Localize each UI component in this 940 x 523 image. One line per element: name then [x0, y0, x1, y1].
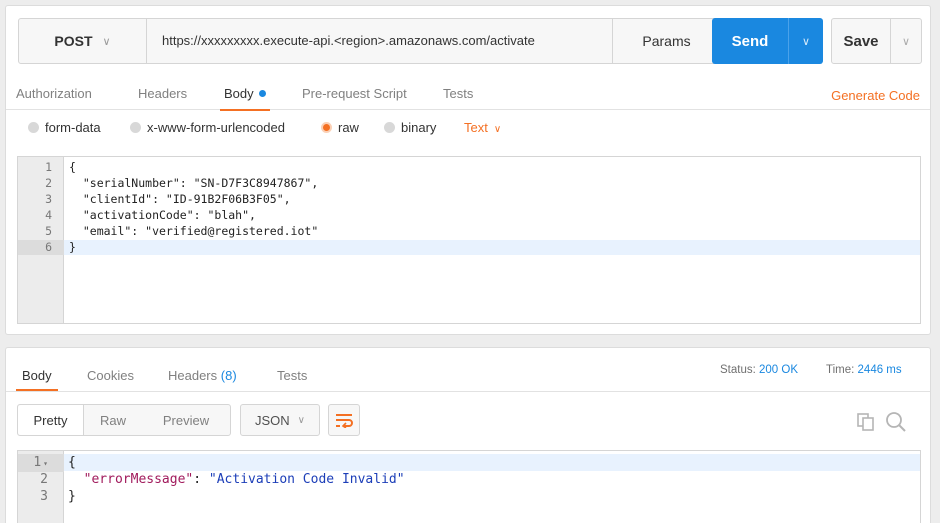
radio-circle[interactable]	[384, 122, 395, 133]
content-type-label: Text	[464, 120, 488, 135]
radio-binary[interactable]: binary	[384, 120, 436, 135]
tab-authorization[interactable]: Authorization	[16, 86, 92, 101]
format-select[interactable]: JSON ∨	[240, 404, 320, 436]
status-value: 200 OK	[759, 364, 799, 376]
status-readout: Status: 200 OK	[720, 364, 798, 376]
radio-circle[interactable]	[28, 122, 39, 133]
code-line-active: 6}	[18, 240, 920, 255]
chevron-down-icon: ∨	[297, 414, 305, 426]
radio-form-data[interactable]: form-data	[28, 120, 101, 135]
modified-dot-icon	[258, 90, 266, 98]
radio-label: x-www-form-urlencoded	[147, 120, 285, 135]
code-line: 2 "serialNumber": "SN-D7F3C8947867",	[18, 176, 920, 191]
search-icon[interactable]	[885, 411, 907, 433]
code-text: }	[68, 489, 76, 504]
response-view-toolbar: Pretty Raw Preview JSON ∨	[6, 404, 930, 438]
send-label[interactable]: Send	[712, 18, 788, 64]
radio-label: binary	[401, 120, 437, 135]
send-button[interactable]: Send ∨	[712, 18, 823, 64]
save-button[interactable]: Save ∨	[831, 18, 922, 64]
chevron-down-icon: ∨	[102, 35, 111, 48]
format-label: JSON	[255, 412, 290, 428]
line-number: 4	[45, 208, 52, 222]
line-number: 1 ▾	[18, 454, 64, 472]
tab-body[interactable]: Body	[220, 86, 270, 111]
code-text: "clientId": "ID-91B2F06B3F05",	[69, 192, 291, 206]
save-label[interactable]: Save	[832, 19, 890, 63]
chevron-down-icon[interactable]: ∨	[788, 18, 823, 64]
line-number: 3	[40, 489, 48, 504]
preview-button[interactable]: Preview	[142, 405, 230, 435]
url-input[interactable]: https://xxxxxxxxx.execute-api.<region>.a…	[162, 19, 535, 63]
request-panel: POST ∨ https://xxxxxxxxx.execute-api.<re…	[5, 5, 931, 335]
time-readout: Time: 2446 ms	[826, 364, 902, 376]
chevron-down-icon: ∨	[493, 124, 502, 135]
raw-button[interactable]: Raw	[84, 405, 142, 435]
radio-label: form-data	[45, 120, 101, 135]
code-line: 3}	[18, 488, 920, 505]
line-number: 3	[45, 192, 52, 206]
code-text: {	[68, 455, 76, 470]
radio-raw[interactable]: raw	[321, 120, 359, 135]
request-tabs: Authorization Headers Body Pre-request S…	[6, 78, 930, 111]
tab-response-headers[interactable]: Headers (8)	[168, 368, 237, 383]
request-body-editor[interactable]: 1{ 2 "serialNumber": "SN-D7F3C8947867", …	[17, 156, 921, 324]
tab-tests[interactable]: Tests	[443, 86, 473, 101]
status-label: Status:	[720, 364, 756, 376]
tab-headers[interactable]: Headers	[138, 86, 187, 101]
view-mode-segmented: Pretty Raw Preview	[17, 404, 231, 436]
copy-icon[interactable]	[857, 413, 875, 431]
headers-count: (8)	[220, 368, 237, 383]
line-number: 1	[45, 160, 52, 174]
code-text: "serialNumber": "SN-D7F3C8947867",	[69, 176, 319, 190]
url-bar: POST ∨ https://xxxxxxxxx.execute-api.<re…	[18, 18, 720, 64]
radio-circle-selected[interactable]	[321, 122, 332, 133]
line-number: 2	[45, 176, 52, 190]
radio-x-www-form-urlencoded[interactable]: x-www-form-urlencoded	[130, 120, 285, 135]
chevron-down-icon[interactable]: ∨	[890, 19, 921, 63]
body-type-options: form-data x-www-form-urlencoded raw bina…	[6, 120, 930, 140]
method-select[interactable]: POST ∨	[19, 19, 147, 63]
generate-code-link[interactable]: Generate Code	[831, 88, 920, 103]
method-label: POST	[54, 33, 93, 49]
response-tabs: Body Cookies Headers (8) Tests Status: 2…	[6, 348, 930, 392]
code-text: "activationCode": "blah",	[69, 208, 256, 222]
radio-label: raw	[338, 120, 359, 135]
time-label: Time:	[826, 364, 855, 376]
response-panel: Body Cookies Headers (8) Tests Status: 2…	[5, 347, 931, 523]
line-number: 2	[40, 472, 48, 487]
wrap-lines-button[interactable]	[328, 404, 360, 436]
code-text: "errorMessage": "Activation Code Invalid…	[68, 471, 405, 488]
tab-pre-request-script[interactable]: Pre-request Script	[302, 86, 407, 101]
line-number-text: 1	[33, 455, 42, 470]
code-line: 2 "errorMessage": "Activation Code Inval…	[18, 471, 920, 488]
pretty-button[interactable]: Pretty	[18, 405, 84, 435]
tab-response-tests[interactable]: Tests	[277, 368, 307, 383]
content-type-select[interactable]: Text ∨	[464, 120, 501, 135]
code-line: 3 "clientId": "ID-91B2F06B3F05",	[18, 192, 920, 207]
params-button[interactable]: Params	[612, 19, 720, 63]
line-number: 6	[18, 240, 64, 255]
tab-body-label: Body	[224, 86, 254, 101]
json-key: "errorMessage"	[83, 472, 194, 487]
code-line: 1{	[18, 160, 920, 175]
line-number: 5	[45, 224, 52, 238]
tab-cookies[interactable]: Cookies	[87, 368, 134, 383]
fold-arrow-icon[interactable]: ▾	[43, 459, 48, 468]
code-text: "email": "verified@registered.iot"	[69, 224, 319, 238]
wrap-lines-icon	[336, 414, 353, 428]
code-text: }	[69, 240, 76, 254]
response-body-viewer[interactable]: 1 ▾ { 2 "errorMessage": "Activation Code I…	[17, 450, 921, 523]
tab-label: Headers	[168, 368, 218, 383]
json-separator: :	[193, 472, 209, 487]
radio-circle[interactable]	[130, 122, 141, 133]
code-text: {	[69, 160, 76, 174]
json-string: "Activation Code Invalid"	[208, 472, 405, 487]
time-value: 2446 ms	[857, 364, 902, 376]
code-line: 5 "email": "verified@registered.iot"	[18, 224, 920, 239]
code-line: 4 "activationCode": "blah",	[18, 208, 920, 223]
tab-response-body[interactable]: Body	[16, 368, 58, 391]
code-line-active: 1 ▾ {	[18, 454, 920, 472]
